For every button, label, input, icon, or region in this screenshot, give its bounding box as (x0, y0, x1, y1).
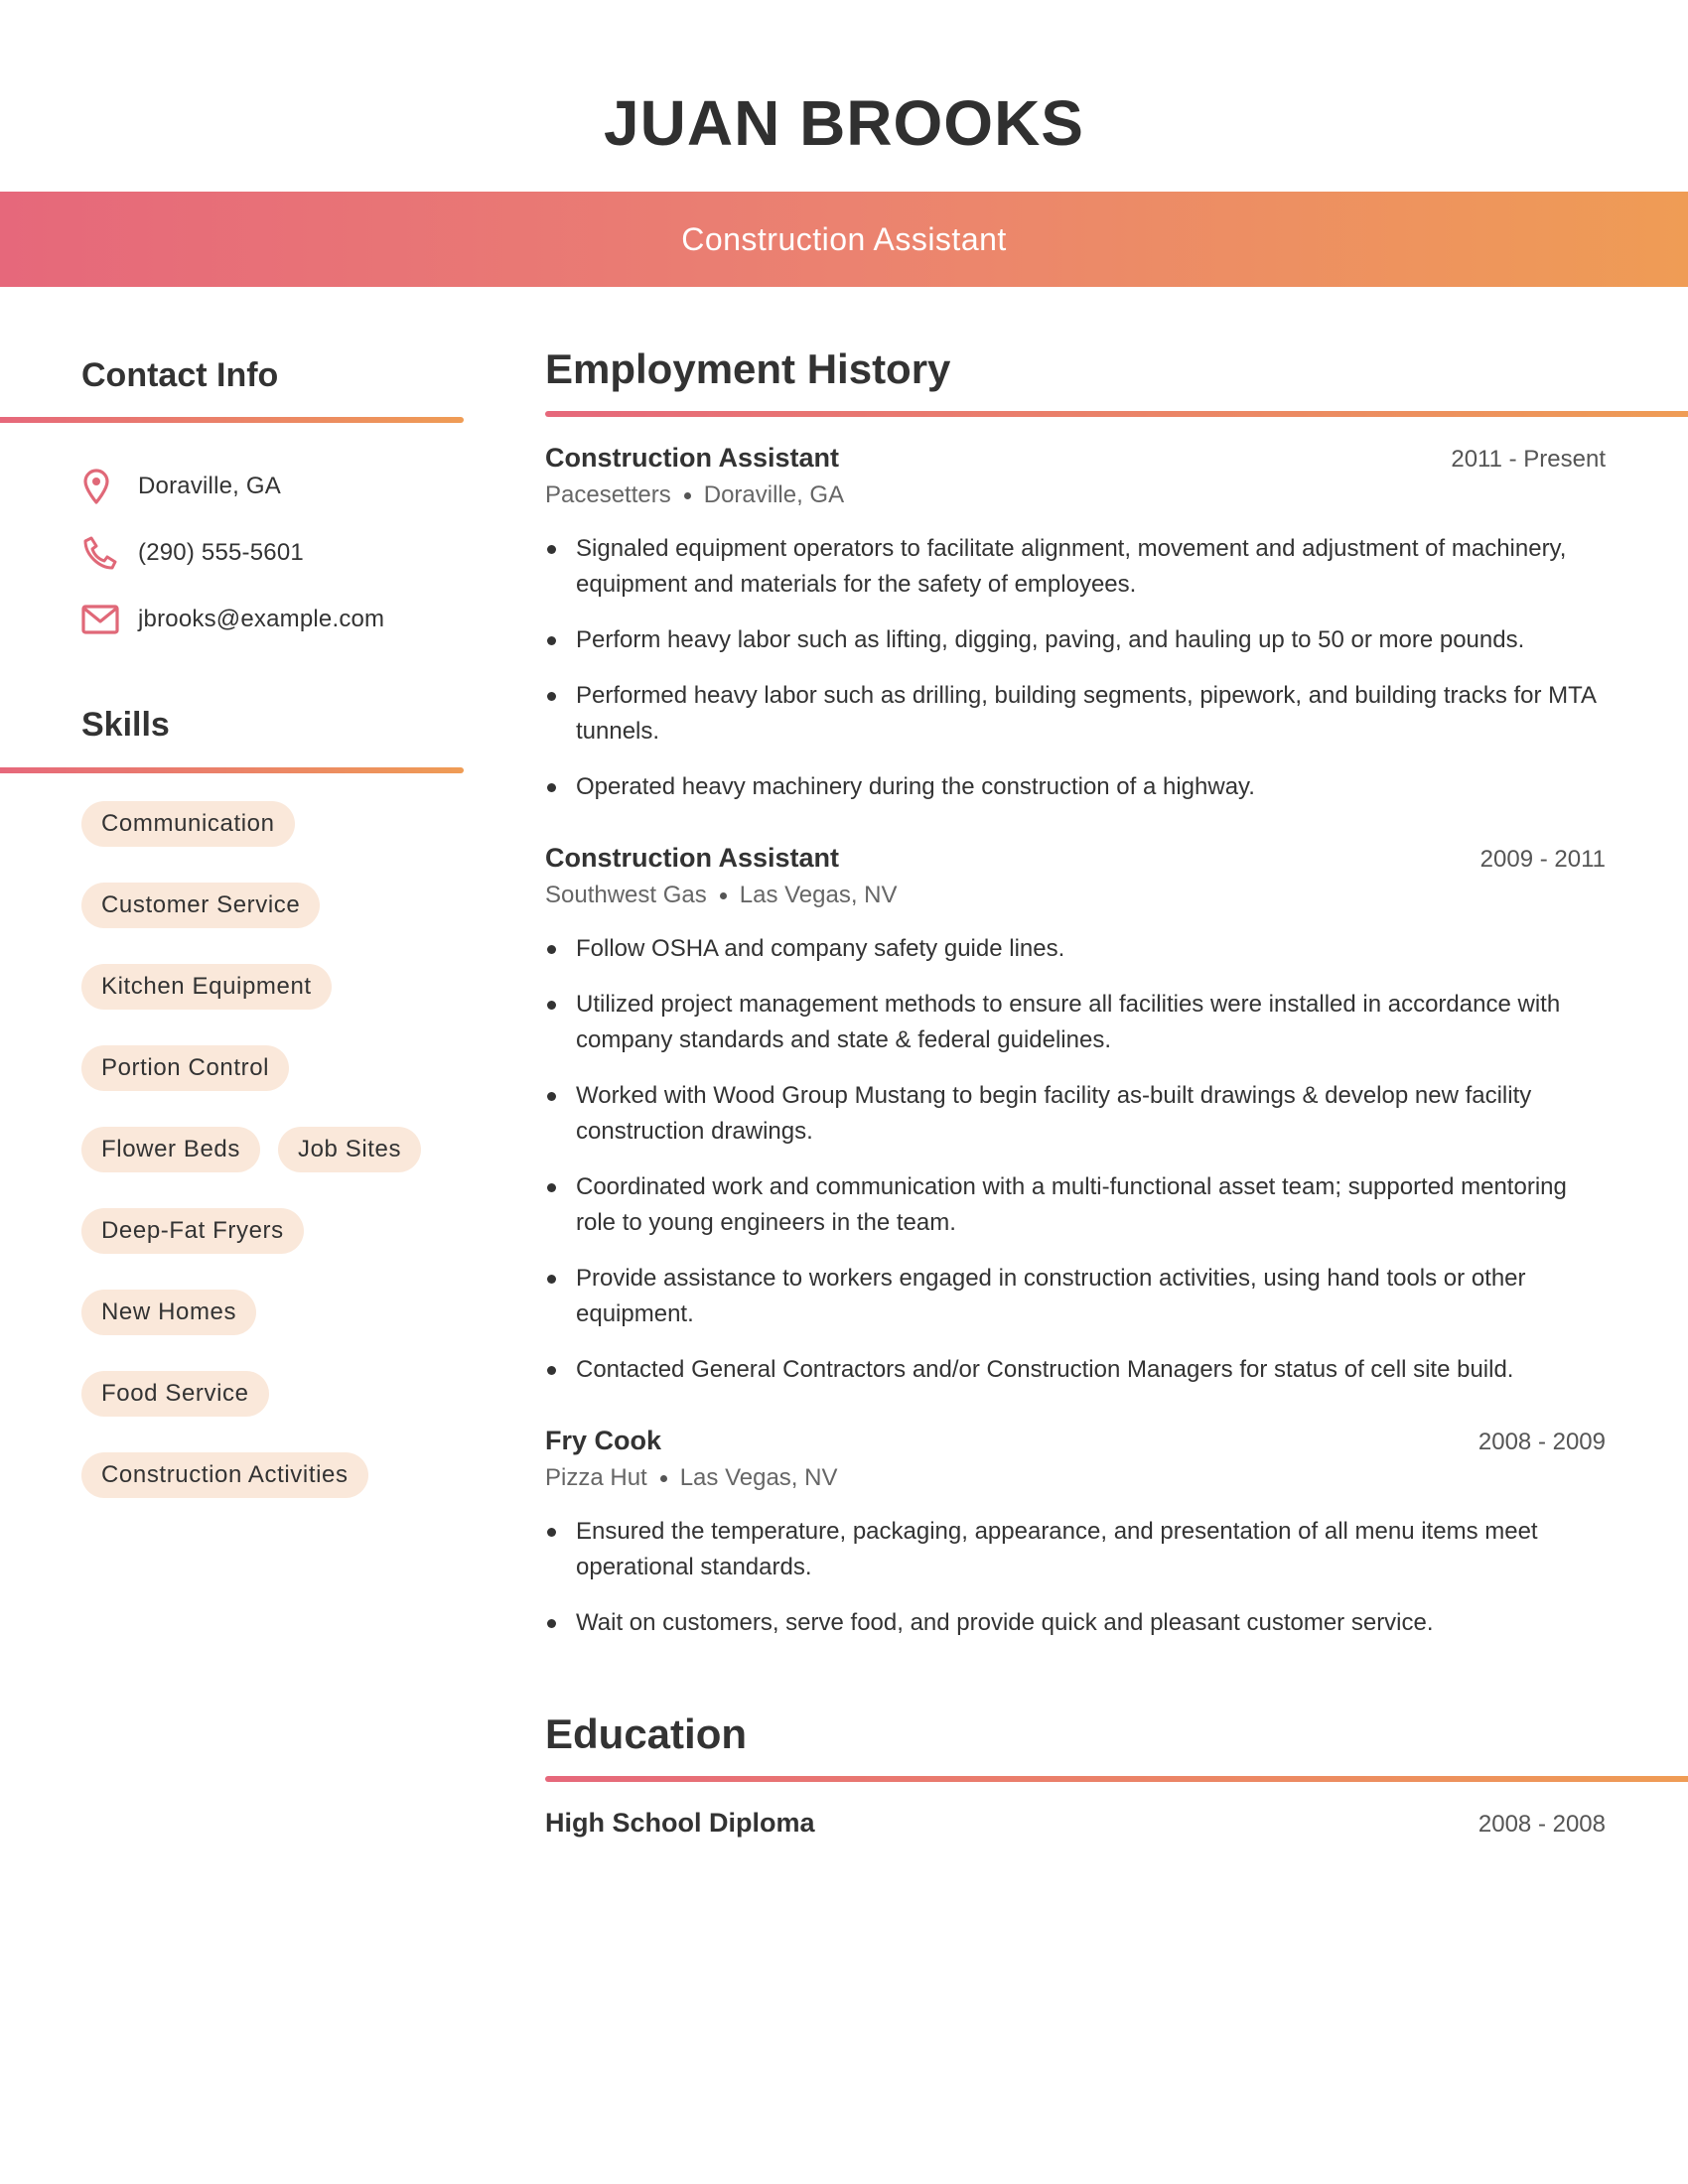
separator-dot (659, 1474, 667, 1482)
skill-pill: New Homes (81, 1290, 257, 1335)
contact-phone[interactable]: (290) 555-5601 (138, 539, 304, 567)
education-heading: Education (545, 1710, 748, 1757)
job-bullet: Perform heavy labor such as lifting, dig… (545, 622, 1606, 658)
main-column: Employment History Construction Assistan… (545, 347, 1688, 1839)
education-entry: High School Diploma 2008 - 2008 (545, 1808, 1606, 1839)
skill-pill: Flower Beds (81, 1127, 260, 1172)
job-bullet: Provide assistance to workers engaged in… (545, 1261, 1606, 1332)
job-location: Las Vegas, NV (679, 1464, 838, 1491)
employment-heading: Employment History (545, 345, 951, 392)
job-entry: Fry Cook 2008 - 2009 Pizza Hut Las Vegas… (545, 1426, 1606, 1641)
job-entry: Construction Assistant 2011 - Present Pa… (545, 443, 1606, 805)
job-company: Pacesetters (545, 481, 671, 508)
skills-section: Skills Communication Customer Service Ki… (0, 703, 464, 1498)
job-title: Construction Assistant (545, 843, 840, 873)
contact-location: Doraville, GA (138, 472, 281, 499)
job-bullet: Contacted General Contractors and/or Con… (545, 1352, 1606, 1388)
skills-divider (0, 767, 464, 773)
job-title: Fry Cook (545, 1426, 662, 1455)
job-bullet: Performed heavy labor such as drilling, … (545, 678, 1606, 750)
job-entry: Construction Assistant 2009 - 2011 South… (545, 843, 1606, 1388)
job-dates: 2009 - 2011 (1479, 846, 1606, 873)
job-bullet: Worked with Wood Group Mustang to begin … (545, 1078, 1606, 1150)
job-bullet: Follow OSHA and company safety guide lin… (545, 931, 1606, 967)
contact-item-email: jbrooks@example.com (0, 586, 464, 652)
separator-dot (683, 491, 691, 499)
skill-pill: Portion Control (81, 1045, 290, 1091)
contact-email[interactable]: jbrooks@example.com (138, 606, 384, 633)
contact-item-location: Doraville, GA (0, 453, 464, 519)
job-bullets: Signaled equipment operators to facilita… (545, 531, 1606, 805)
contact-list: Doraville, GA (290) 555-5601 jbrooks@exa… (0, 453, 464, 652)
education-divider (545, 1776, 1688, 1782)
degree-title: High School Diploma (545, 1808, 815, 1838)
contact-item-phone: (290) 555-5601 (0, 519, 464, 586)
job-company: Southwest Gas (545, 882, 707, 908)
skill-pill: Customer Service (81, 883, 321, 928)
job-company: Pizza Hut (545, 1464, 647, 1491)
job-dates: 2011 - Present (1451, 446, 1606, 473)
job-location: Doraville, GA (703, 481, 845, 508)
employment-divider (545, 411, 1688, 417)
skill-pill: Deep-Fat Fryers (81, 1208, 304, 1254)
skill-pill: Kitchen Equipment (81, 964, 332, 1010)
separator-dot (719, 891, 727, 899)
job-location: Las Vegas, NV (739, 882, 898, 908)
contact-divider (0, 417, 464, 423)
skills-list: Communication Customer Service Kitchen E… (0, 801, 464, 1498)
job-bullet: Signaled equipment operators to facilita… (545, 531, 1606, 603)
skills-heading: Skills (81, 706, 170, 744)
contact-heading: Contact Info (81, 356, 279, 394)
job-bullet: Utilized project management methods to e… (545, 987, 1606, 1058)
skill-pill: Construction Activities (81, 1452, 368, 1498)
job-bullet: Operated heavy machinery during the cons… (545, 769, 1606, 805)
job-bullets: Follow OSHA and company safety guide lin… (545, 931, 1606, 1388)
education-section: Education High School Diploma 2008 - 200… (545, 1712, 1688, 1839)
job-dates: 2008 - 2009 (1477, 1429, 1606, 1455)
skill-pill: Food Service (81, 1371, 269, 1417)
job-bullet: Coordinated work and communication with … (545, 1169, 1606, 1241)
job-title-banner: Construction Assistant (0, 192, 1688, 287)
skill-pill: Job Sites (277, 1127, 422, 1172)
contact-section: Contact Info Doraville, GA (290) 555-560… (0, 347, 464, 652)
mail-icon (81, 600, 121, 639)
job-bullets: Ensured the temperature, packaging, appe… (545, 1514, 1606, 1641)
job-bullet: Wait on customers, serve food, and provi… (545, 1605, 1606, 1641)
skill-pill: Communication (81, 801, 295, 847)
map-pin-icon (81, 467, 121, 506)
job-title: Construction Assistant (681, 220, 1007, 257)
education-dates: 2008 - 2008 (1477, 1811, 1606, 1838)
phone-icon (81, 533, 121, 573)
candidate-name: JUAN BROOKS (604, 87, 1084, 159)
job-title: Construction Assistant (545, 443, 840, 473)
job-bullet: Ensured the temperature, packaging, appe… (545, 1514, 1606, 1585)
